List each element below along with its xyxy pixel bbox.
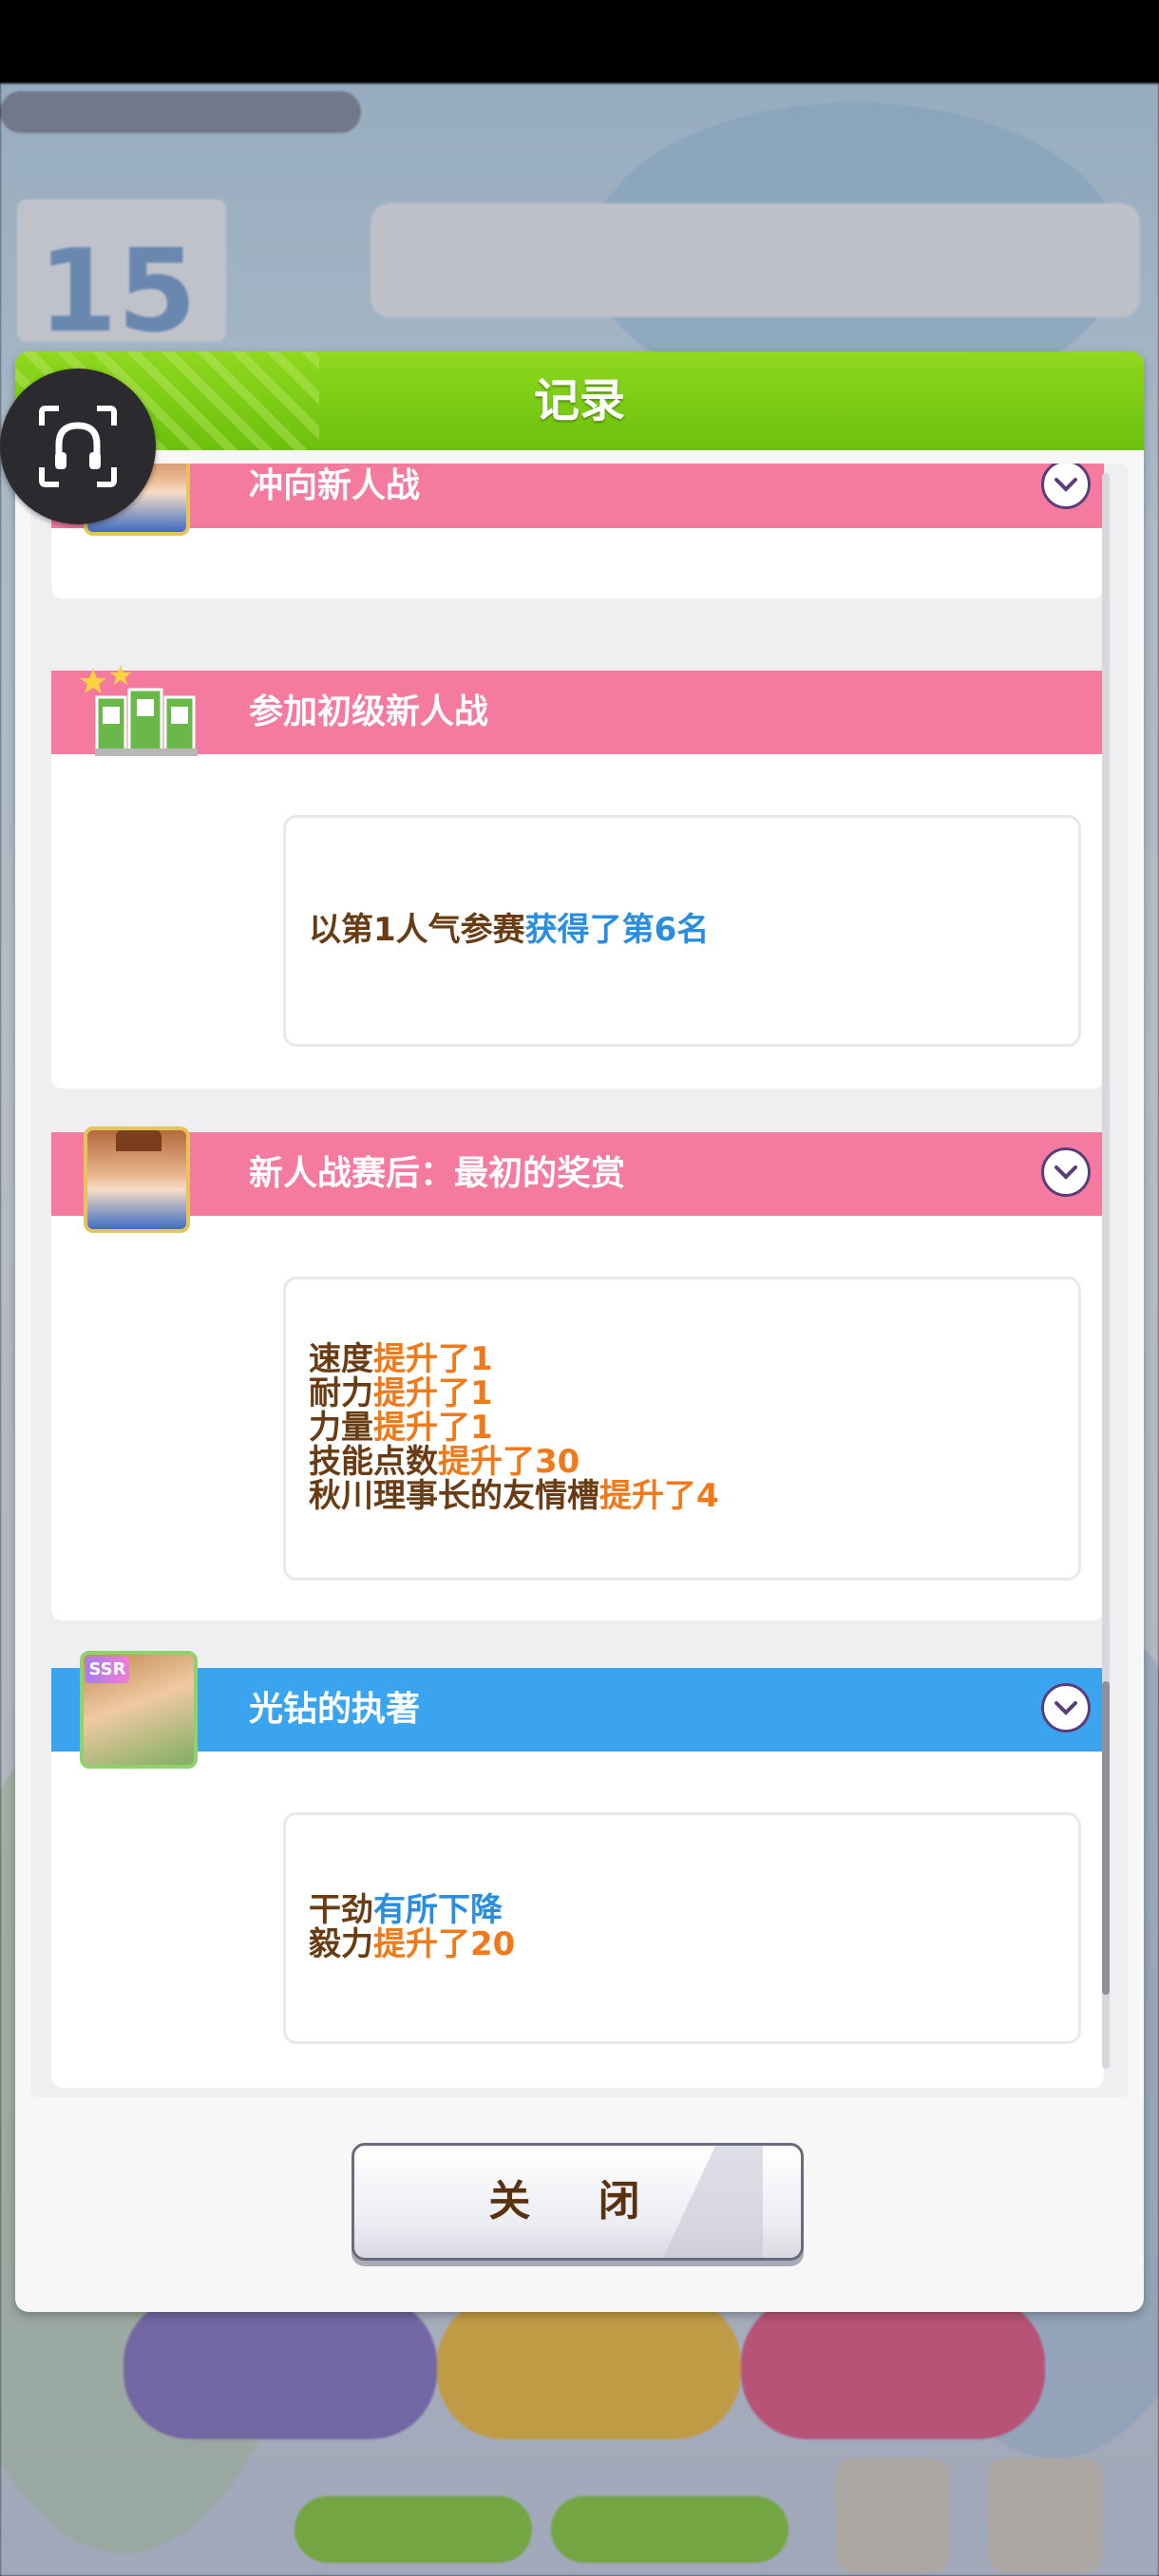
floating-assistant-button[interactable] [0, 369, 156, 524]
list-item: 参加初级新人战 以第1人气参赛获得了第6名 [51, 665, 1104, 1089]
chevron-down-icon[interactable] [1041, 1683, 1091, 1733]
scrollbar-thumb[interactable] [1102, 1681, 1110, 1995]
character-portrait-icon [84, 1127, 190, 1233]
ssr-badge: SSR [86, 1657, 129, 1683]
list-item: 冲向新人战 [51, 464, 1104, 598]
entry-header[interactable]: 新人战赛后：最初的奖赏 [51, 1132, 1104, 1216]
close-button[interactable]: 关 闭 [352, 2143, 804, 2261]
entry-header[interactable]: 冲向新人战 [51, 464, 1104, 528]
status-bar [0, 0, 1159, 84]
entry-title: 参加初级新人战 [249, 692, 489, 731]
list-item: 光钻的执著 SSR 干劲有所下降 毅力提升了20 [51, 1651, 1104, 2088]
record-list[interactable]: 冲向新人战 参加初级新人战 以第1人气参赛获得了第6名 新人战赛后：最初的奖赏 … [30, 464, 1129, 2097]
chevron-down-icon[interactable] [1041, 1147, 1091, 1197]
ssr-support-card-icon: SSR [80, 1651, 198, 1769]
dialog-header: 记录 [15, 351, 1144, 450]
headset-icon [39, 406, 117, 487]
entry-message-box: 干劲有所下降 毅力提升了20 [283, 1812, 1081, 2044]
dialog-title: 记录 [533, 374, 625, 427]
entry-title: 光钻的执著 [249, 1690, 421, 1729]
entry-header[interactable]: 光钻的执著 [51, 1668, 1104, 1752]
entry-title: 新人战赛后：最初的奖赏 [249, 1154, 626, 1193]
race-podium-icon [80, 665, 198, 756]
entry-title: 冲向新人战 [249, 466, 421, 505]
entry-message-box: 以第1人气参赛获得了第6名 [283, 815, 1081, 1047]
close-button-label: 关 闭 [488, 2177, 667, 2226]
entry-message-box: 速度提升了1 耐力提升了1 力量提升了1 技能点数提升了30 秋川理事长的友情槽… [283, 1277, 1081, 1581]
record-dialog: 记录 冲向新人战 参加初级新人战 以第1人气参赛获得了第6名 新人战赛后：最初的… [15, 351, 1144, 2312]
chevron-down-icon[interactable] [1041, 464, 1091, 509]
list-item: 新人战赛后：最初的奖赏 速度提升了1 耐力提升了1 力量提升了1 技能点数提升了… [51, 1127, 1104, 1620]
